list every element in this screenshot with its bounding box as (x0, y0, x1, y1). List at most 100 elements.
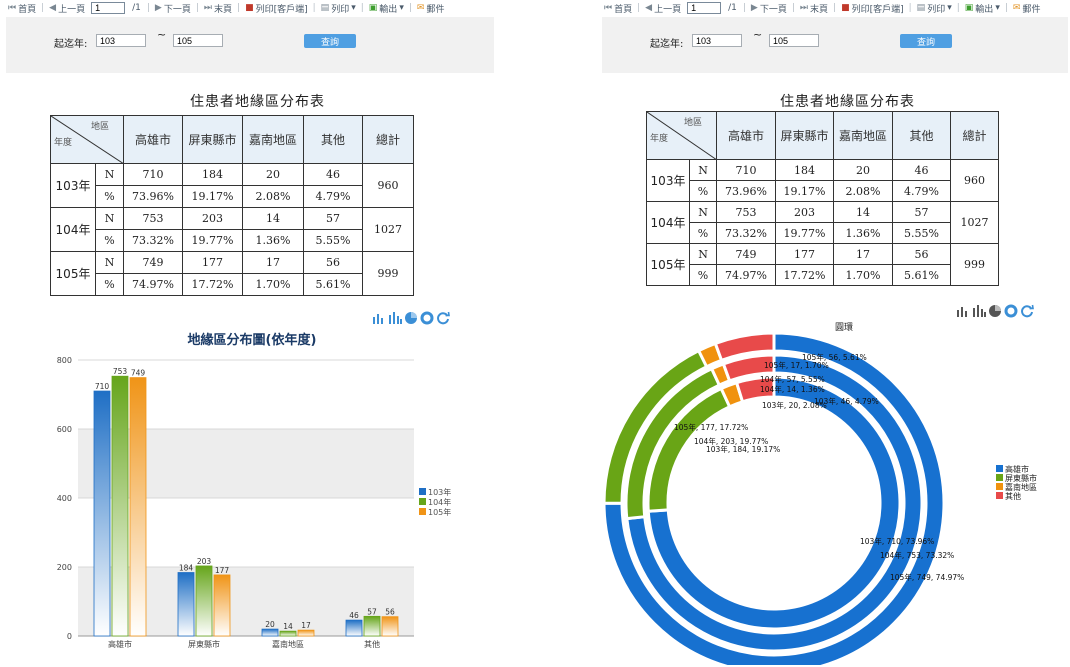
table-corner-header: 地區 年度 (50, 115, 124, 164)
bar (363, 615, 381, 637)
donut-chart-icon[interactable] (420, 311, 434, 325)
report-toolbar: ⏮首頁 | ◀上一頁 /1 | ▶下一頁 | ⏭末頁 | ■列印[客戶端] | … (6, 0, 446, 16)
end-year-input[interactable] (769, 34, 819, 47)
print-client-label: 列印[客戶端] (851, 4, 904, 15)
table-header-row: 地區 年度 高雄市 屏東縣市 嘉南地區 其他 總計 (50, 115, 414, 164)
range-separator: ~ (753, 28, 763, 41)
start-year-input[interactable] (96, 34, 146, 47)
prev-page-button[interactable]: ◀ 上一頁 (643, 2, 683, 15)
mail-button[interactable]: ✉ 郵件 (415, 2, 447, 15)
percent-cell: 1.36% (833, 222, 893, 244)
print-client-button[interactable]: ■ 列印[客戶端] (839, 2, 906, 15)
slice-label: 105年, 749, 74.97% (890, 572, 964, 582)
printer-icon: ▤ (916, 3, 926, 13)
legend-swatch (419, 508, 426, 515)
print-client-button[interactable]: ■ 列印[客戶端] (243, 2, 310, 15)
filter-bar: 起迄年: ~ 查詢 (602, 17, 1068, 73)
bar-chart-icon[interactable] (372, 311, 386, 325)
print-button[interactable]: ▤ 列印 ▾ (319, 2, 358, 15)
count-cell: 710 (123, 163, 183, 186)
export-button[interactable]: ▣ 輸出 ▾ (963, 2, 1002, 15)
query-button[interactable]: 查詢 (900, 34, 952, 48)
percent-cell: 2.08% (833, 180, 893, 202)
count-cell: 184 (182, 163, 243, 186)
bar (177, 572, 195, 637)
refresh-icon[interactable] (436, 311, 450, 325)
refresh-icon[interactable] (1020, 304, 1034, 318)
corner-year-label: 年度 (650, 134, 669, 144)
print-button[interactable]: ▤ 列印 ▾ (915, 2, 954, 15)
row-type-cell: N (689, 159, 717, 181)
table-row: % 74.97% 17.72% 1.70% 5.61% (51, 273, 414, 296)
print-client-icon: ■ (841, 3, 850, 13)
printer-icon: ▤ (320, 3, 330, 13)
slice-label: 104年, 14, 1.36% (760, 384, 825, 394)
donut-chart: 圓環103年, 710, 73.96%103年, 184, 19.17%103年… (602, 322, 1037, 665)
stacked-bar-icon[interactable] (388, 311, 402, 325)
prev-page-button[interactable]: ◀ 上一頁 (47, 2, 87, 15)
toolbar-divider: | (312, 3, 316, 13)
stacked-bar-icon[interactable] (972, 304, 986, 318)
next-page-label: 下一頁 (759, 4, 787, 15)
row-type-cell: N (95, 251, 124, 274)
first-page-button[interactable]: ⏮ 首頁 (602, 2, 634, 15)
last-page-button[interactable]: ⏭ 末頁 (202, 2, 234, 15)
percent-cell: 73.96% (716, 180, 776, 202)
percent-cell: 5.55% (303, 229, 363, 252)
pie-chart-icon[interactable] (988, 304, 1002, 318)
slice-label: 103年, 710, 73.96% (860, 536, 934, 546)
first-page-button[interactable]: ⏮ 首頁 (6, 2, 38, 15)
next-page-button[interactable]: ▶ 下一頁 (749, 2, 789, 15)
toolbar-divider: | (637, 3, 641, 13)
query-button[interactable]: 查詢 (304, 34, 356, 48)
percent-cell: 4.79% (303, 185, 363, 208)
range-separator: ~ (157, 28, 167, 41)
column-header: 其他 (303, 115, 363, 164)
data-label: 184 (179, 564, 194, 573)
count-cell: 46 (303, 163, 363, 186)
data-label: 749 (131, 369, 146, 378)
percent-cell: 73.32% (123, 229, 183, 252)
y-tick-label: 200 (57, 563, 72, 572)
page-number-input[interactable] (687, 2, 722, 14)
first-page-label: 首頁 (614, 4, 633, 15)
table-row: % 73.96% 19.17% 2.08% 4.79% (51, 185, 414, 208)
chart-type-toolbar (372, 311, 450, 325)
report-toolbar: ⏮首頁 | ◀上一頁 /1 | ▶下一頁 | ⏭末頁 | ■列印[客戶端] | … (602, 0, 1042, 16)
toolbar-divider: | (956, 3, 960, 13)
mail-label: 郵件 (1022, 4, 1041, 15)
legend-label: 高雄市 (1005, 464, 1029, 474)
corner-region-label: 地區 (90, 122, 109, 132)
bar (381, 616, 399, 637)
mail-button[interactable]: ✉ 郵件 (1011, 2, 1043, 15)
column-header: 嘉南地區 (833, 111, 893, 160)
page-total: /1 (132, 3, 141, 13)
percent-cell: 1.36% (242, 229, 304, 252)
slice-label: 103年, 46, 4.79% (814, 396, 879, 406)
donut-chart-icon[interactable] (1004, 304, 1018, 318)
export-label: 輸出 (379, 4, 398, 15)
legend-swatch (419, 488, 426, 495)
page-number-input[interactable] (91, 2, 126, 14)
legend-label: 104年 (428, 497, 451, 507)
percent-cell: 17.72% (182, 273, 243, 296)
count-cell: 177 (775, 243, 834, 265)
pie-chart-icon[interactable] (404, 311, 418, 325)
last-page-button[interactable]: ⏭ 末頁 (798, 2, 830, 15)
start-year-input[interactable] (692, 34, 742, 47)
legend-swatch (996, 465, 1003, 472)
next-page-label: 下一頁 (163, 4, 191, 15)
toolbar-divider: | (146, 3, 150, 13)
export-button[interactable]: ▣ 輸出 ▾ (367, 2, 406, 15)
legend-label: 103年 (428, 487, 451, 497)
count-cell: 203 (182, 207, 243, 230)
count-cell: 57 (892, 201, 951, 223)
chart-type-toolbar (956, 304, 1034, 318)
print-label: 列印 (927, 4, 946, 15)
year-cell: 104年 (646, 201, 690, 244)
export-icon: ▣ (964, 3, 974, 13)
next-page-button[interactable]: ▶ 下一頁 (153, 2, 193, 15)
end-year-input[interactable] (173, 34, 223, 47)
last-page-label: 末頁 (810, 4, 829, 15)
bar-chart-icon[interactable] (956, 304, 970, 318)
